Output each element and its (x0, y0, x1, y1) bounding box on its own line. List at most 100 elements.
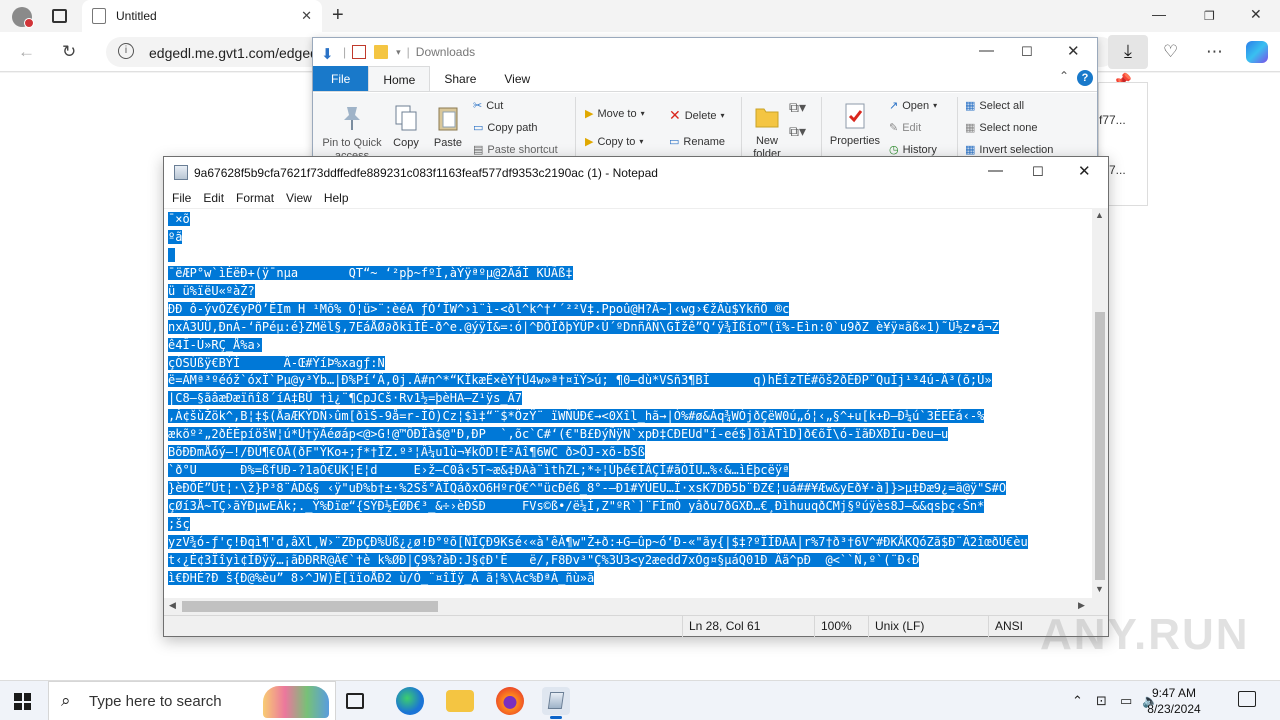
open-button[interactable]: ↗ Open ▾ (889, 99, 937, 113)
file-explorer-icon[interactable] (446, 690, 474, 712)
paste-button[interactable]: Paste (431, 103, 465, 150)
scroll-left-icon[interactable]: ◀ (169, 600, 176, 611)
copy-icon (395, 105, 417, 131)
copilot-icon[interactable] (1246, 41, 1268, 63)
properties-button[interactable]: Properties (827, 101, 883, 148)
minimize-icon[interactable]: — (988, 162, 1003, 179)
browser-tab[interactable]: Untitled ✕ (82, 0, 322, 32)
more-options-icon[interactable]: ⋯ (1206, 42, 1223, 62)
folder-icon[interactable] (374, 45, 389, 59)
select-none-icon: ▦ (965, 122, 976, 134)
notepad-taskbar-icon[interactable] (542, 687, 570, 719)
tab-share[interactable]: Share (430, 66, 490, 91)
minimize-icon[interactable]: — (1152, 6, 1166, 22)
text-line: BõÐÐmÅóý–!/ÐÚ¶€ÓÁ(ðF"ÝKo+;ƒ*†ÎZ.º³¦Â¼u1ù… (168, 444, 1028, 462)
down-arrow-icon[interactable]: ⬇ (321, 45, 335, 63)
cut-button[interactable]: ✂ Cut (473, 99, 503, 113)
help-icon[interactable]: ? (1077, 70, 1093, 86)
selected-text: ;šç (168, 516, 190, 531)
paste-shortcut-button[interactable]: ▤ Paste shortcut (473, 143, 558, 157)
scroll-down-icon[interactable]: ▼ (1095, 584, 1104, 594)
invert-selection-button[interactable]: ▦ Invert selection (965, 143, 1053, 157)
history-label: History (902, 143, 937, 156)
firefox-icon[interactable] (496, 687, 524, 715)
text-editor[interactable]: ¯×õ ºã ¯ëÆP°w`ìÈëÐ+(ÿ¯nµa QT“~ ‘²pþ~fºÍ,à… (164, 208, 1092, 598)
edit-button[interactable]: ✎ Edit (889, 121, 921, 135)
refresh-icon[interactable]: ↻ (62, 42, 76, 62)
menu-help[interactable]: Help (318, 188, 355, 208)
scroll-thumb[interactable] (1095, 312, 1105, 580)
tab-actions-icon[interactable] (52, 9, 67, 23)
copy-path-icon: ▭ (473, 122, 484, 134)
edge-icon[interactable] (396, 687, 424, 715)
properties-label: Properties (829, 135, 881, 147)
download-item[interactable]: f77... (1099, 113, 1126, 127)
profile-avatar[interactable] (12, 7, 34, 28)
move-to-icon: ▶ (585, 108, 594, 120)
menu-format[interactable]: Format (230, 188, 280, 208)
menu-edit[interactable]: Edit (197, 188, 230, 208)
selected-text: ü ü%ïëU«ºàŽ? (168, 283, 255, 298)
minimize-icon[interactable]: — (979, 42, 994, 59)
explorer-titlebar: ⬇ | ▾ | Downloads — ☐ ✕ (321, 42, 1080, 63)
copy-to-button[interactable]: ▶ Copy to ▾ (585, 135, 643, 149)
text-line: |C8–§ãâæÐæïñî8´íA‡BŨ †ì¿¨¶CpJCš·Rv1½=þèH… (168, 390, 1028, 408)
new-tab-icon[interactable]: + (332, 4, 344, 27)
paste-shortcut-label: Paste shortcut (487, 143, 558, 156)
horizontal-scrollbar[interactable]: ◀ ▶ (164, 598, 1092, 615)
back-icon[interactable]: ← (18, 42, 35, 62)
site-info-icon[interactable]: i (118, 43, 134, 59)
browser-tab-strip: Untitled ✕ + — ❐ ✕ (0, 0, 1280, 32)
browser-essentials-icon[interactable]: ♡ (1163, 42, 1178, 62)
quick-access-dropdown-icon[interactable]: ▾ (396, 47, 401, 58)
copy-button[interactable]: Copy (389, 103, 423, 150)
delete-button[interactable]: ✕ Delete ▾ (669, 107, 725, 124)
taskbar-search[interactable]: ⌕ Type here to search (48, 681, 336, 720)
tab-view[interactable]: View (490, 66, 544, 91)
vertical-scrollbar[interactable]: ▲ ▼ (1092, 208, 1108, 598)
display-icon[interactable]: ▭ (1120, 693, 1132, 709)
menu-file[interactable]: File (166, 188, 197, 208)
copy-path-button[interactable]: ▭ Copy path (473, 121, 538, 135)
close-icon[interactable]: ✕ (1067, 42, 1080, 60)
tab-home[interactable]: Home (368, 66, 431, 91)
close-window-icon[interactable]: ✕ (1250, 6, 1262, 23)
maximize-icon[interactable]: ☐ (1021, 44, 1033, 60)
close-tab-icon[interactable]: ✕ (301, 8, 312, 24)
text-line: `ð°U Ð%=ßfUÐ-?1aÓ€UK¦E¦d E›ž–C0â‹5T~æ&‡Ð… (168, 462, 1028, 480)
new-item-icon[interactable]: ⧉▾ (789, 99, 806, 116)
selected-text: ækõº²„2ðÉÉpíöšW¦ú*Ú†ÿÃéøáp<@>G!@™ÔÐÏà$@"… (168, 427, 949, 442)
rename-button[interactable]: ▭ Rename (669, 135, 725, 149)
move-to-button[interactable]: ▶ Move to ▾ (585, 107, 645, 121)
easy-access-icon[interactable]: ⧉▾ (789, 123, 806, 140)
collapse-ribbon-icon[interactable]: ⌃ (1059, 69, 1069, 83)
menu-view[interactable]: View (280, 188, 318, 208)
selected-text (168, 247, 176, 262)
search-highlight-image (263, 686, 329, 718)
selected-text: ÐÐ ô-ývÖZ€yPÖ’ÊIm H ¹Mõ% Ô¦ü>¨:èéA ƒÓ‘ÎW… (168, 301, 790, 316)
new-folder-icon (755, 108, 779, 128)
new-folder-button[interactable]: New folder (749, 101, 785, 161)
properties-icon[interactable] (352, 45, 367, 59)
close-icon[interactable]: ✕ (1078, 162, 1091, 180)
text-line: ,Á¢šùŽök^,B¦‡$(ÅaÆKÝDÑ›ûm[ðìŠ-9å=r-ÌÕ)Cz… (168, 408, 1028, 426)
maximize-icon[interactable]: ☐ (1032, 164, 1044, 180)
network-icon[interactable]: ⊡ (1096, 693, 1107, 709)
search-placeholder: Type here to search (89, 693, 222, 710)
downloads-icon[interactable]: ⤓ (1108, 35, 1148, 69)
select-none-button[interactable]: ▦ Select none (965, 121, 1038, 135)
paste-label: Paste (433, 137, 463, 149)
tab-file[interactable]: File (313, 66, 369, 91)
pin-to-quick-access-button[interactable]: Pin to Quick access (319, 103, 385, 163)
scroll-thumb[interactable] (182, 601, 438, 612)
restore-icon[interactable]: ❐ (1204, 9, 1215, 23)
select-all-button[interactable]: ▦ Select all (965, 99, 1024, 113)
notification-icon[interactable] (1238, 691, 1256, 707)
chevron-up-icon[interactable]: ⌃ (1072, 693, 1083, 709)
url-text: edgedl.me.gvt1.com/edgedl/ (149, 45, 325, 61)
windows-start-icon[interactable] (14, 693, 31, 710)
clock[interactable]: 9:47 AM 8/23/2024 (1134, 685, 1214, 717)
history-button[interactable]: ◷ History (889, 143, 937, 157)
scroll-up-icon[interactable]: ▲ (1095, 210, 1104, 220)
task-view-icon[interactable] (346, 693, 364, 709)
